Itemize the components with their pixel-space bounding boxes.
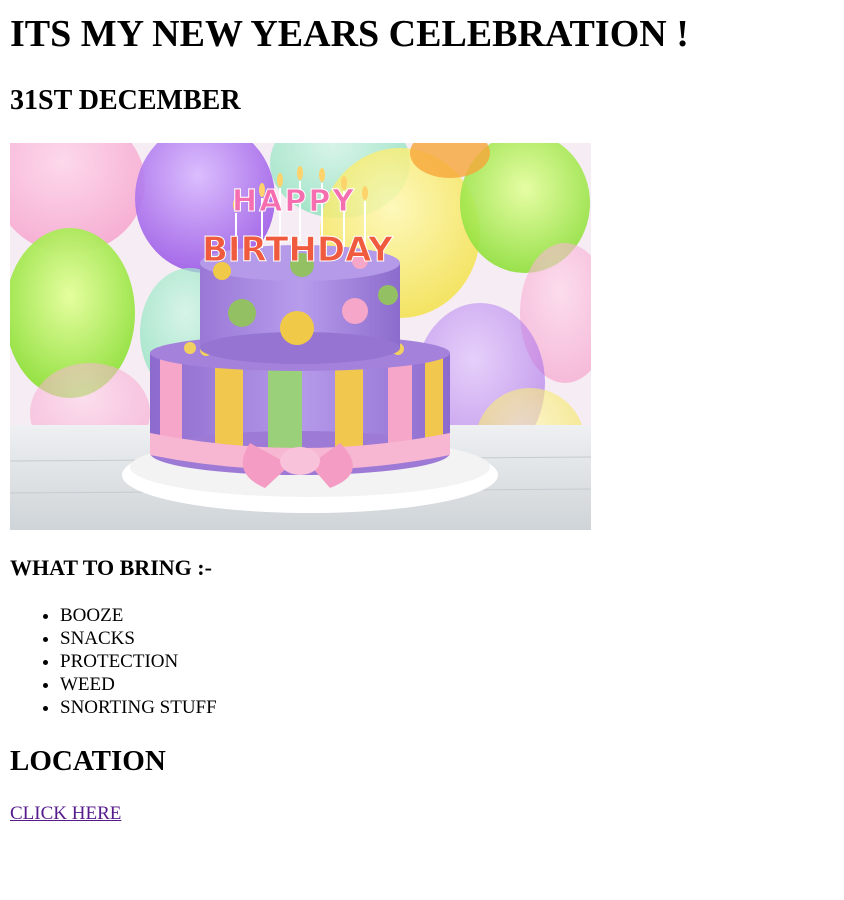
cake-text-happy: HAPPY	[232, 184, 356, 219]
list-item: SNORTING STUFF	[60, 696, 217, 719]
bring-list: BOOZE SNACKS PROTECTION WEED SNORTING ST…	[10, 604, 217, 719]
location-heading: LOCATION	[10, 745, 166, 777]
list-item: WEED	[60, 673, 217, 696]
list-item: BOOZE	[60, 604, 217, 627]
location-link[interactable]: CLICK HERE	[10, 802, 121, 826]
list-item: PROTECTION	[60, 650, 217, 673]
birthday-cake-image: HAPPY BIRTHDAY	[10, 143, 591, 530]
list-item: SNACKS	[60, 627, 217, 650]
event-date: 31ST DECEMBER	[10, 85, 241, 116]
cake-text-birthday: BIRTHDAY	[202, 230, 393, 270]
page-title: ITS MY NEW YEARS CELEBRATION !	[10, 13, 689, 55]
what-to-bring-heading: WHAT TO BRING :-	[10, 555, 212, 580]
